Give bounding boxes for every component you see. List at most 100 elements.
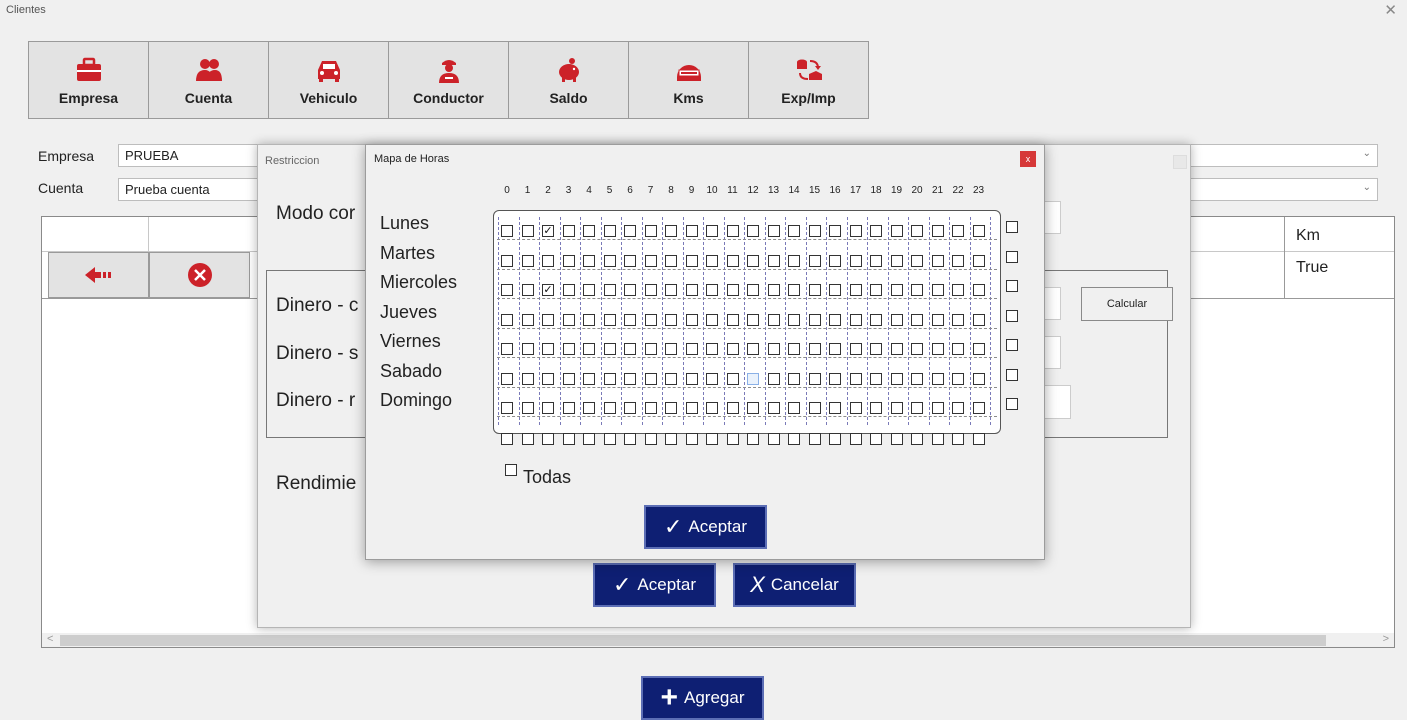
hour-checkbox[interactable] xyxy=(562,402,575,414)
hour-checkbox[interactable] xyxy=(726,313,739,326)
hour-checkbox[interactable] xyxy=(706,254,718,267)
row-select-checkbox[interactable] xyxy=(1006,250,1018,263)
hour-checkbox[interactable] xyxy=(952,284,964,296)
toolbar-button-exp-imp[interactable]: Exp/Imp xyxy=(748,41,869,119)
hour-checkbox[interactable] xyxy=(521,313,534,326)
hour-checkbox[interactable] xyxy=(583,225,595,237)
hour-checkbox[interactable] xyxy=(624,313,636,326)
column-select-checkbox[interactable] xyxy=(747,433,759,445)
hour-checkbox[interactable] xyxy=(972,225,985,237)
hour-checkbox[interactable] xyxy=(767,284,780,296)
hour-checkbox[interactable] xyxy=(726,225,739,237)
hour-checkbox[interactable] xyxy=(747,402,759,414)
scroll-thumb[interactable] xyxy=(60,635,1326,646)
hour-checkbox[interactable] xyxy=(665,313,677,326)
hour-checkbox[interactable] xyxy=(685,284,698,296)
column-select-checkbox[interactable] xyxy=(788,433,800,445)
column-select-checkbox[interactable] xyxy=(890,433,903,445)
hour-checkbox[interactable] xyxy=(911,402,923,414)
dinero-field-3[interactable] xyxy=(1043,385,1071,419)
hour-checkbox[interactable] xyxy=(583,402,595,414)
hour-checkbox[interactable] xyxy=(788,402,800,414)
column-select-checkbox[interactable] xyxy=(521,433,534,445)
hour-checkbox[interactable] xyxy=(788,254,800,267)
hour-checkbox[interactable] xyxy=(849,313,862,326)
hour-checkbox[interactable] xyxy=(706,372,718,385)
column-select-checkbox[interactable] xyxy=(726,433,739,445)
scroll-left-icon[interactable]: < xyxy=(47,633,53,645)
hour-checkbox[interactable] xyxy=(521,372,534,385)
hour-checkbox[interactable] xyxy=(931,284,944,296)
hour-checkbox[interactable] xyxy=(624,372,636,385)
hour-checkbox[interactable] xyxy=(931,343,944,355)
column-select-checkbox[interactable] xyxy=(644,433,657,445)
hour-checkbox[interactable] xyxy=(583,284,595,296)
hour-checkbox[interactable] xyxy=(501,313,513,326)
hour-checkbox[interactable] xyxy=(788,343,800,355)
hour-checkbox[interactable] xyxy=(870,254,882,267)
hour-checkbox[interactable] xyxy=(747,343,759,355)
hour-checkbox[interactable] xyxy=(603,402,616,414)
hour-checkbox[interactable] xyxy=(706,343,718,355)
hour-checkbox[interactable] xyxy=(542,313,554,326)
toolbar-button-vehiculo[interactable]: Vehiculo xyxy=(268,41,389,119)
hour-checkbox[interactable] xyxy=(665,254,677,267)
hour-checkbox[interactable] xyxy=(562,254,575,267)
hour-checkbox[interactable] xyxy=(890,284,903,296)
hour-checkbox[interactable] xyxy=(726,343,739,355)
hour-checkbox[interactable] xyxy=(562,313,575,326)
hour-checkbox[interactable] xyxy=(952,225,964,237)
hour-checkbox[interactable] xyxy=(501,402,513,414)
hour-checkbox[interactable]: ✓ xyxy=(542,225,554,237)
hour-checkbox[interactable] xyxy=(665,372,677,385)
hour-checkbox[interactable] xyxy=(870,372,882,385)
hour-checkbox[interactable] xyxy=(603,254,616,267)
hour-checkbox[interactable] xyxy=(829,313,841,326)
column-select-checkbox[interactable] xyxy=(501,433,513,445)
hour-checkbox[interactable] xyxy=(808,372,821,385)
column-select-checkbox[interactable] xyxy=(665,433,677,445)
dinero-field-2[interactable] xyxy=(1043,336,1061,369)
hour-checkbox[interactable] xyxy=(808,284,821,296)
hour-checkbox[interactable] xyxy=(562,372,575,385)
window-close-button[interactable]: ✕ xyxy=(1384,1,1397,19)
hour-checkbox[interactable] xyxy=(624,254,636,267)
hour-checkbox[interactable] xyxy=(624,402,636,414)
hour-checkbox[interactable] xyxy=(849,343,862,355)
hour-checkbox[interactable] xyxy=(931,372,944,385)
dinero-field-1[interactable] xyxy=(1043,287,1061,320)
column-select-checkbox[interactable] xyxy=(583,433,595,445)
hour-checkbox[interactable] xyxy=(870,343,882,355)
row-select-checkbox[interactable] xyxy=(1006,221,1018,233)
hour-checkbox[interactable] xyxy=(685,343,698,355)
hour-checkbox[interactable] xyxy=(972,402,985,414)
column-select-checkbox[interactable] xyxy=(624,433,636,445)
column-select-checkbox[interactable] xyxy=(562,433,575,445)
toolbar-button-cuenta[interactable]: Cuenta xyxy=(148,41,269,119)
hour-checkbox[interactable] xyxy=(767,254,780,267)
hour-checkbox[interactable] xyxy=(972,313,985,326)
hour-checkbox[interactable] xyxy=(829,402,841,414)
hour-checkbox[interactable] xyxy=(870,313,882,326)
hour-checkbox[interactable] xyxy=(521,225,534,237)
restriccion-aceptar-button[interactable]: ✓ Aceptar xyxy=(593,563,716,607)
hour-checkbox[interactable] xyxy=(911,254,923,267)
hour-checkbox[interactable] xyxy=(747,372,759,385)
hour-checkbox[interactable] xyxy=(726,254,739,267)
hour-checkbox[interactable] xyxy=(931,225,944,237)
row-select-checkbox[interactable] xyxy=(1006,368,1018,381)
hour-checkbox[interactable] xyxy=(808,402,821,414)
hour-checkbox[interactable] xyxy=(767,402,780,414)
hour-checkbox[interactable] xyxy=(583,343,595,355)
hour-checkbox[interactable] xyxy=(685,402,698,414)
hour-checkbox[interactable] xyxy=(890,313,903,326)
hour-checkbox[interactable] xyxy=(685,372,698,385)
hour-checkbox[interactable] xyxy=(849,225,862,237)
hour-checkbox[interactable] xyxy=(603,372,616,385)
hour-checkbox[interactable] xyxy=(747,225,759,237)
hour-checkbox[interactable] xyxy=(767,313,780,326)
hour-checkbox[interactable] xyxy=(501,343,513,355)
column-select-checkbox[interactable] xyxy=(603,433,616,445)
hour-checkbox[interactable] xyxy=(501,254,513,267)
hour-checkbox[interactable] xyxy=(542,343,554,355)
